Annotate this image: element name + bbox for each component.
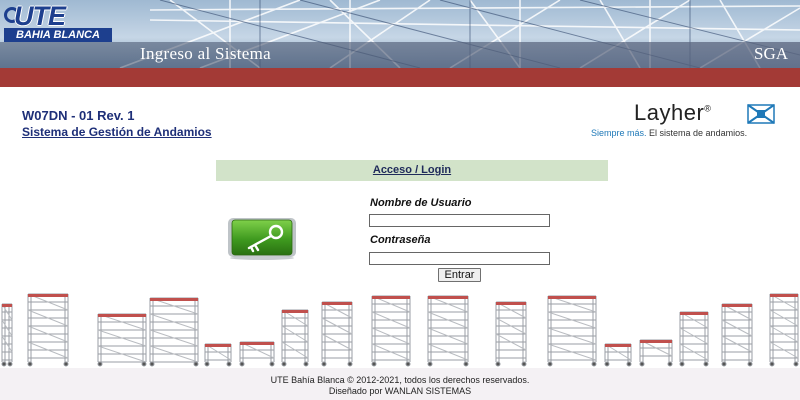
document-code: W07DN - 01 Rev. 1 (22, 108, 135, 123)
password-input[interactable] (369, 252, 550, 265)
footer-designer: Diseñado por WANLAN SISTEMAS (328, 386, 472, 396)
header-red-bar (0, 68, 800, 87)
scaffold-tower-10 (495, 301, 527, 367)
scaffold-tower-1 (27, 293, 69, 367)
scaffold-tower-7 (321, 301, 353, 367)
scaffold-tower-11 (547, 295, 597, 367)
scaffold-tower-9 (427, 295, 469, 367)
scaffold-tower-13 (639, 339, 673, 367)
brand-slogan: Siempre más. El sistema de andamios. (591, 128, 747, 138)
header-banner: UTE BAHIA BLANCA Ingreso al Sistema SGA (0, 0, 800, 68)
ute-logo: UTE BAHIA BLANCA (4, 1, 112, 43)
scaffold-tower-15 (721, 303, 753, 367)
scaffold-tower-3 (149, 297, 199, 367)
footer-copyright: UTE Bahía Blanca © 2012-2021, todos los … (270, 375, 530, 385)
username-input[interactable] (369, 214, 550, 227)
scaffold-tower-16 (769, 293, 799, 367)
brand-symbol: ® (704, 103, 712, 114)
login-header: Acceso / Login (216, 160, 608, 181)
scaffold-tower-12 (604, 343, 632, 367)
login-button[interactable]: Entrar (438, 268, 481, 282)
scaffold-towers-graphic (1, 293, 799, 367)
brand-name: Layher (634, 100, 705, 125)
header-band (0, 42, 800, 68)
password-label: Contraseña (370, 234, 431, 246)
scaffold-tower-5 (239, 341, 275, 367)
scaffold-tower-8 (371, 295, 411, 367)
scaffold-tower-14 (679, 311, 709, 367)
system-name: Sistema de Gestión de Andamios (22, 125, 212, 139)
login-header-link[interactable]: Acceso / Login (373, 164, 451, 176)
username-label: Nombre de Usuario (370, 197, 472, 209)
scaffold-tower-6 (281, 309, 309, 367)
scaffold-tower-0 (1, 303, 13, 367)
logo-subtitle: BAHIA BLANCA (4, 28, 112, 42)
layher-mark-icon (747, 104, 775, 124)
slogan-highlight: Siempre más. (591, 128, 647, 138)
page-title: Ingreso al Sistema (140, 44, 271, 63)
slogan-rest: El sistema de andamios. (646, 128, 748, 138)
login-page: UTE BAHIA BLANCA Ingreso al Sistema SGA … (0, 0, 800, 400)
scaffold-tower-2 (97, 313, 147, 367)
layher-logo: Layher® (634, 100, 711, 126)
scaffold-tower-4 (204, 343, 232, 367)
key-icon (228, 218, 296, 260)
app-code: SGA (753, 44, 788, 63)
